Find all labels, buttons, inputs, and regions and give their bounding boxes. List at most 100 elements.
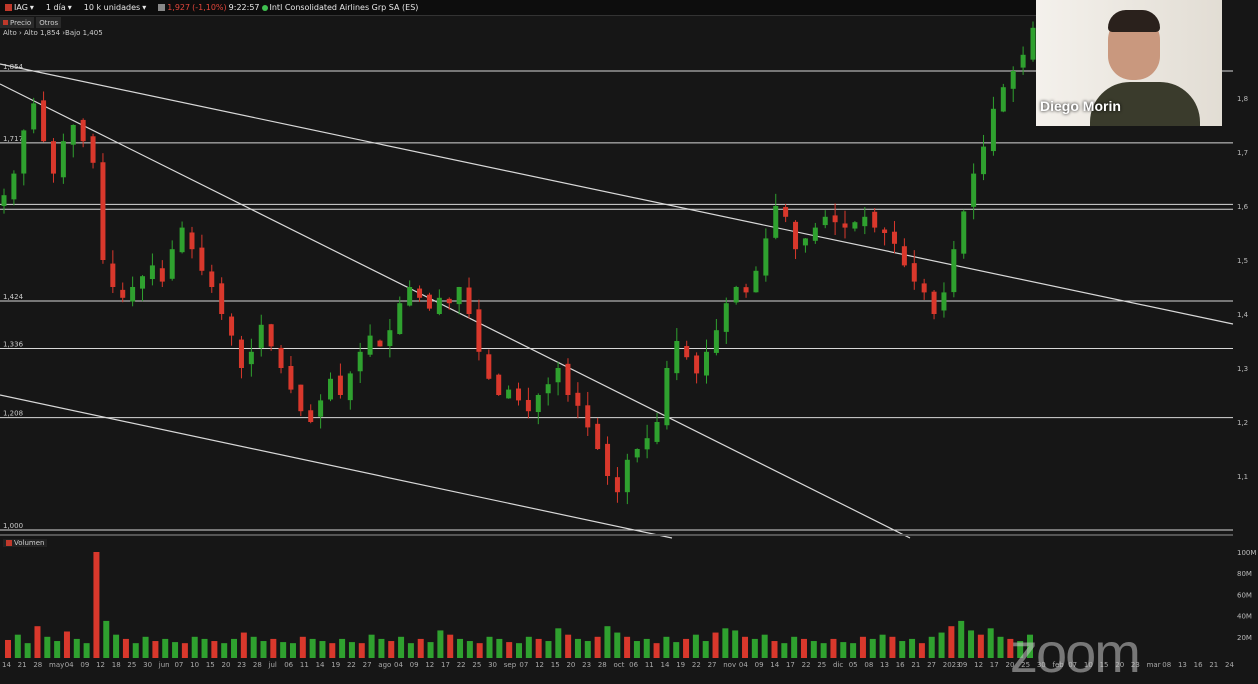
candle-body: [555, 368, 561, 383]
x-tick-label: sep: [504, 661, 517, 669]
candle-body: [733, 287, 739, 303]
volume-bar: [388, 641, 395, 658]
candle-body: [298, 384, 304, 412]
high-low-readout: Alto › Alto 1,854 ›Bajo 1,405: [3, 29, 103, 37]
candle-body: [219, 283, 225, 314]
candle-body: [288, 365, 294, 390]
candle-body: [1030, 27, 1036, 60]
zoom-watermark: zoom: [1010, 621, 1141, 684]
candle-body: [367, 335, 373, 355]
x-tick-label: 07: [174, 661, 183, 669]
x-tick-label: 21: [18, 661, 27, 669]
y-tick-label: 1,5: [1237, 257, 1248, 265]
candle-body: [60, 141, 66, 178]
volume-bar: [427, 642, 434, 658]
volume-bar: [407, 643, 414, 658]
volume-bar: [181, 643, 188, 658]
x-tick-label: 25: [472, 661, 481, 669]
candle-body: [545, 384, 551, 394]
x-tick-label: 28: [598, 661, 607, 669]
volume-bar: [968, 630, 975, 658]
presenter-video: Diego Morin: [1036, 0, 1222, 126]
last-price: 1,927: [167, 3, 191, 12]
candle-body: [525, 399, 531, 412]
volume-label[interactable]: Volumen: [3, 539, 48, 547]
volume-bar: [574, 638, 581, 658]
candle-body: [753, 270, 759, 293]
volume-bar: [457, 638, 464, 658]
volume-bar: [358, 643, 365, 658]
candle-body: [229, 316, 235, 336]
candle-body: [891, 231, 897, 244]
candle-body: [446, 298, 452, 304]
candle-body: [743, 287, 749, 293]
volume-bar: [172, 642, 179, 658]
tab-otros[interactable]: Otros: [36, 17, 62, 28]
volume-bar: [122, 638, 129, 658]
volume-bar: [93, 552, 100, 658]
candle-body: [812, 227, 818, 241]
candle-body: [872, 211, 878, 228]
candle-body: [664, 368, 670, 426]
volume-bar: [820, 643, 827, 658]
x-tick-label: 06: [284, 661, 293, 669]
presenter-name: Diego Morin: [1040, 98, 1121, 114]
volume-bar: [299, 636, 306, 658]
candle-body: [674, 341, 680, 374]
volume-bar: [742, 636, 749, 658]
candle-body: [50, 141, 56, 174]
volume-bar: [289, 643, 296, 658]
volume-tick-label: 60M: [1237, 591, 1252, 599]
volume-bar: [437, 630, 444, 658]
volume-bar: [948, 626, 955, 658]
support-level-label: 1,000: [3, 522, 23, 530]
candle-body: [70, 125, 76, 145]
volume-tick-label: 80M: [1237, 570, 1252, 578]
candle-body: [634, 449, 640, 458]
candle-body: [110, 263, 116, 287]
x-tick-label: 12: [974, 661, 983, 669]
candle-body: [585, 405, 591, 428]
volume-bar: [643, 638, 650, 658]
x-tick-label: may: [49, 661, 64, 669]
volume-bar: [771, 641, 778, 658]
volume-bar: [859, 636, 866, 658]
candle-body: [1000, 87, 1006, 112]
volume-bar: [250, 636, 257, 658]
support-level-label: 1,336: [3, 341, 24, 349]
ticker-select[interactable]: IAG ▾: [2, 3, 37, 12]
volume-bar: [14, 634, 21, 658]
candle-body: [565, 363, 571, 395]
x-tick-label: 22: [692, 661, 701, 669]
candle-body: [981, 146, 987, 175]
interval-label: 1 día: [45, 3, 66, 12]
volume-bar: [240, 632, 247, 658]
x-tick-label: 23: [582, 661, 591, 669]
volume-bar: [24, 643, 31, 658]
candle-body: [140, 276, 146, 289]
candle-body: [516, 388, 521, 401]
interval-select[interactable]: 1 día ▾: [43, 3, 75, 12]
candle-body: [377, 340, 383, 347]
price-change: (-1,10%): [192, 3, 227, 12]
x-tick-label: 12: [96, 661, 105, 669]
ticker-label: IAG: [14, 3, 28, 12]
x-tick-label: 11: [300, 661, 309, 669]
x-tick-label: 04: [394, 661, 403, 669]
candle-body: [238, 339, 244, 368]
x-tick-label: 09: [755, 661, 764, 669]
volume-bar: [142, 636, 149, 658]
x-tick-label: 13: [880, 661, 889, 669]
x-tick-label: 17: [786, 661, 795, 669]
candle-body: [31, 103, 37, 130]
volume-bar: [879, 634, 886, 658]
tab-precio[interactable]: Precio: [0, 17, 35, 28]
candle-body: [703, 351, 709, 376]
candle-body: [882, 229, 888, 233]
units-select[interactable]: 10 k unidades ▾: [81, 3, 149, 12]
volume-bar: [113, 634, 120, 658]
candle-body: [506, 389, 512, 399]
volume-bar: [614, 632, 621, 658]
volume-bar: [781, 643, 788, 658]
x-tick-label: 24: [1225, 661, 1234, 669]
